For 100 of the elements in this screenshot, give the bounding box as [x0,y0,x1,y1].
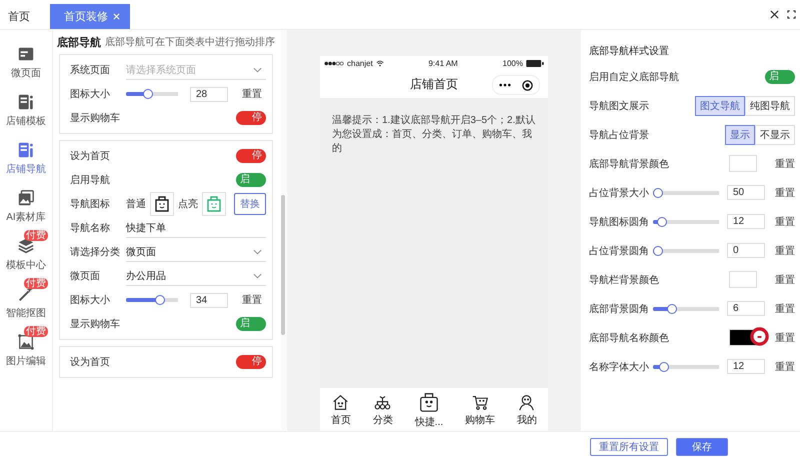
page-tab[interactable]: 首页 [0,4,38,29]
segment-option[interactable]: 不显示 [755,124,795,144]
tip-text: 温馨提示：1.建议底部导航开启3–5个；2.默认为您设置成：首页、分类、订单、购物车、我的 [332,114,536,156]
chevron-down-icon [253,272,262,278]
reset-link[interactable]: 重置 [775,272,795,286]
document-icon [17,93,35,111]
field-label: 底部背景圆角 [589,302,649,316]
field-label: 启用导航 [70,174,111,187]
field-label: 名称字体大小 [589,360,649,374]
chevron-down-icon [253,66,262,72]
field-label: 导航图文展示 [589,100,649,112]
sidebar-item[interactable]: 店铺模板 [4,86,48,128]
reset-link[interactable]: 重置 [775,244,795,258]
slider-handle[interactable] [155,295,166,305]
cart-icon [472,394,489,410]
field-label: 导航占位背景 [589,128,649,142]
reset-link[interactable]: 重置 [775,156,795,170]
bag-icon [150,192,174,216]
replace-button[interactable]: 替换 [234,193,266,215]
reset-link[interactable]: 重置 [242,87,262,101]
field-label: 微页面 [70,270,101,283]
bottom-nav-item[interactable]: 购物车 [465,394,496,426]
slider-handle[interactable] [657,216,668,226]
sidebar-item[interactable]: 付费 模板中心 [4,230,48,272]
reset-link[interactable]: 重置 [775,302,795,316]
toggle-switch[interactable]: 停 [236,111,266,125]
status-time: 9:41 AM [428,58,458,68]
color-swatch[interactable] [729,271,757,288]
reset-link[interactable]: 重置 [775,214,795,228]
close-icon[interactable] [770,10,779,19]
number-input[interactable]: 28 [190,86,228,102]
fullscreen-icon[interactable] [787,10,796,19]
color-swatch[interactable] [729,155,757,172]
slider-handle[interactable] [653,246,663,256]
number-input[interactable]: 0 [727,243,765,258]
sidebar-item[interactable]: 店铺导航 [4,134,48,176]
slider-handle[interactable] [142,89,153,99]
bottom-nav-item[interactable]: 分类 [372,394,393,426]
reset-link[interactable]: 重置 [242,293,262,307]
number-input[interactable]: 50 [727,185,765,200]
browser-window-icon [17,45,35,63]
battery-icon [526,60,544,66]
bottom-nav-item[interactable]: 快捷... [414,391,444,429]
field-label: 占位背景大小 [589,186,649,200]
select-field[interactable]: 微页面 [126,242,266,262]
battery-text: 100% [502,58,523,68]
save-button[interactable]: 保存 [676,438,728,456]
field-label: 导航图标圆角 [589,216,649,228]
slider-handle[interactable] [653,188,663,198]
icon-label: 普通 [126,198,146,211]
reset-link[interactable]: 重置 [775,186,795,200]
field-label: 显示购物车 [70,318,121,331]
field-label: 启用自定义底部导航 [589,70,679,84]
slider-handle[interactable] [667,304,677,314]
bottom-nav-item[interactable]: 首页 [330,394,351,426]
number-input[interactable]: 6 [727,301,765,316]
field-label: 请选择分类 [70,246,121,259]
field-label: 设为首页 [70,356,111,369]
field-label: 底部导航名称颜色 [589,332,669,344]
bottom-nav-item[interactable]: 我的 [516,394,537,426]
toggle-switch[interactable]: 停 [236,149,266,163]
field-label: 图标大小 [70,88,111,101]
field-label: 系统页面 [70,64,111,77]
sidebar-item[interactable]: 微页面 [9,38,43,80]
sidebar-item[interactable]: 付费 智能抠图 [4,278,48,320]
pictures-icon [16,189,35,207]
field-label: 导航图标 [70,198,111,211]
document-icon [17,141,35,159]
segment-option[interactable]: 纯图导航 [745,96,795,116]
icon-label: 点亮 [178,198,198,211]
wifi-icon [376,60,384,66]
person-icon [518,394,536,410]
sidebar-item[interactable]: 付费 图片编辑 [4,326,48,368]
menu-capsule[interactable] [492,75,540,95]
reset-link[interactable]: 重置 [775,360,795,374]
select-field[interactable]: 办公用品 [126,266,266,286]
number-input[interactable]: 34 [190,292,228,308]
sidebar-item[interactable]: AI素材库 [4,182,48,224]
toggle-switch[interactable]: 停 [236,355,266,369]
paid-badge: 付费 [24,230,48,241]
paid-badge: 付费 [24,326,48,337]
segment-option[interactable]: 显示 [725,124,755,144]
segment-option[interactable]: 图文导航 [695,96,745,116]
reset-link[interactable]: 重置 [775,330,795,344]
slider-handle[interactable] [658,362,669,372]
field-label: 占位背景圆角 [589,244,649,258]
panel-hint: 底部导航可在下面类表中进行拖动排序 [105,36,275,49]
house-icon [332,394,350,410]
number-input[interactable]: 12 [727,359,765,374]
scrollbar-thumb[interactable] [281,195,285,335]
number-input[interactable]: 12 [727,214,765,229]
target-icon[interactable] [522,80,534,90]
signal-icon [324,60,344,66]
page-tab[interactable]: 首页装修 [50,4,130,29]
input-field[interactable]: 快捷下单 [126,218,266,238]
more-icon[interactable] [498,83,511,87]
field-label: 底部导航背景颜色 [589,158,669,170]
reset-all-button[interactable]: 重置所有设置 [590,438,668,456]
paid-badge: 付费 [24,278,48,289]
panel-title: 底部导航 [57,36,101,50]
